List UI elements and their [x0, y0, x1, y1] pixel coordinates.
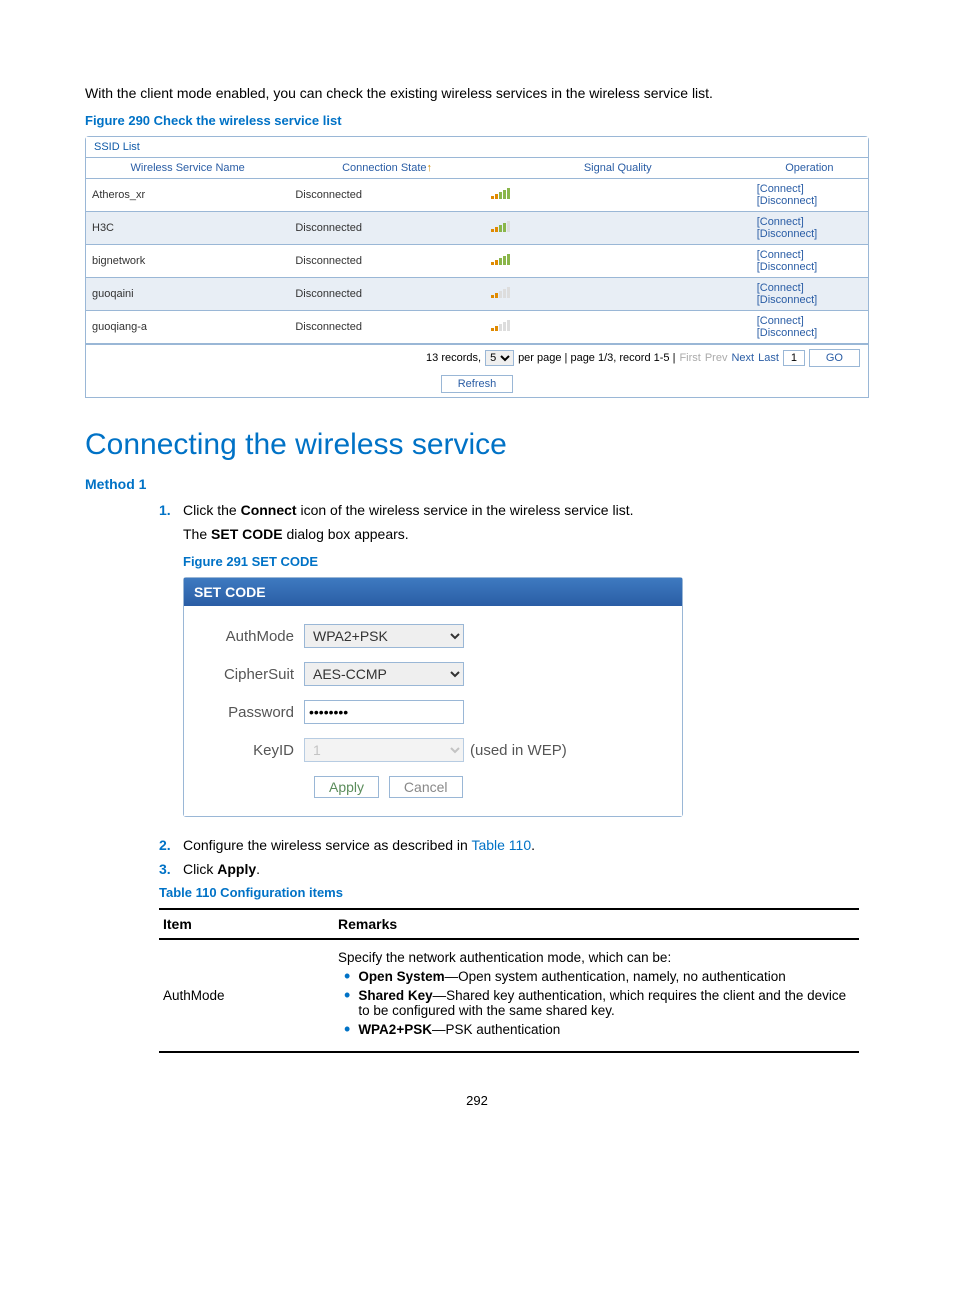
cell-state: Disconnected [289, 179, 485, 212]
signal-icon [491, 254, 511, 268]
cell-state: Disconnected [289, 245, 485, 278]
keyid-note: (used in WEP) [470, 742, 567, 759]
config-table: Item Remarks AuthMode Specify the networ… [159, 908, 859, 1053]
connect-link[interactable]: [Connect] [757, 315, 804, 327]
cell-signal [485, 245, 751, 278]
col-connection-state[interactable]: Connection State↑ [289, 158, 485, 179]
cell-state: Disconnected [289, 212, 485, 245]
cell-name: bignetwork [86, 245, 289, 278]
disconnect-link[interactable]: [Disconnect] [757, 294, 818, 306]
ssid-table: Wireless Service Name Connection State↑ … [86, 158, 868, 344]
connect-link[interactable]: [Connect] [757, 216, 804, 228]
col-signal-quality[interactable]: Signal Quality [485, 158, 751, 179]
apply-button[interactable]: Apply [314, 776, 379, 798]
pager-next[interactable]: Next [731, 352, 754, 364]
ciphersuit-select[interactable]: AES-CCMP [304, 662, 464, 686]
disconnect-link[interactable]: [Disconnect] [757, 327, 818, 339]
disconnect-link[interactable]: [Disconnect] [757, 261, 818, 273]
ssid-list-panel: SSID List Wireless Service Name Connecti… [85, 136, 869, 398]
step-3-body: Click Apply. [183, 861, 869, 877]
method-1-heading: Method 1 [85, 476, 869, 492]
connect-link[interactable]: [Connect] [757, 282, 804, 294]
table-row: guoqainiDisconnected [Connect][Disconnect… [86, 278, 868, 311]
cell-name: Atheros_xr [86, 179, 289, 212]
col-operation: Operation [751, 158, 868, 179]
cell-name: H3C [86, 212, 289, 245]
intro-paragraph: With the client mode enabled, you can ch… [85, 85, 869, 101]
table-row: guoqiang-aDisconnected [Connect][Disconne… [86, 311, 868, 344]
password-label: Password [204, 704, 304, 721]
figure-291-caption: Figure 291 SET CODE [183, 554, 869, 569]
signal-icon [491, 188, 511, 202]
connect-link[interactable]: [Connect] [757, 249, 804, 261]
cell-state: Disconnected [289, 278, 485, 311]
step-2-number: 2. [159, 837, 183, 853]
per-page-select[interactable]: 5 [485, 350, 514, 366]
step-2-body: Configure the wireless service as descri… [183, 837, 869, 853]
table-row: H3CDisconnected [Connect][Disconnect] [86, 212, 868, 245]
keyid-label: KeyID [204, 742, 304, 759]
config-th-remarks: Remarks [334, 909, 859, 939]
disconnect-link[interactable]: [Disconnect] [757, 228, 818, 240]
step-3-number: 3. [159, 861, 183, 877]
set-code-dialog: SET CODE AuthMode WPA2+PSK CipherSuit AE… [183, 577, 683, 817]
table-110-link[interactable]: Table 110 [471, 837, 531, 853]
config-remarks: Specify the network authentication mode,… [334, 939, 859, 1052]
cell-state: Disconnected [289, 311, 485, 344]
figure-290-caption: Figure 290 Check the wireless service li… [85, 113, 869, 128]
per-page-label: per page | page 1/3, record 1-5 | [518, 352, 675, 364]
signal-icon [491, 320, 511, 334]
cell-signal [485, 179, 751, 212]
cancel-button[interactable]: Cancel [389, 776, 463, 798]
pager-prev[interactable]: Prev [705, 352, 728, 364]
table-row: Atheros_xrDisconnected [Connect][Disconne… [86, 179, 868, 212]
section-heading: Connecting the wireless service [85, 428, 869, 462]
signal-icon [491, 221, 511, 235]
set-code-title: SET CODE [184, 578, 682, 606]
cell-name: guoqaini [86, 278, 289, 311]
ciphersuit-label: CipherSuit [204, 666, 304, 683]
pager-last[interactable]: Last [758, 352, 779, 364]
connect-link[interactable]: [Connect] [757, 183, 804, 195]
pager: 13 records, 5 per page | page 1/3, recor… [86, 344, 868, 371]
step-1-body: Click the Connect icon of the wireless s… [183, 502, 869, 817]
ssid-panel-title: SSID List [86, 137, 868, 158]
cell-signal [485, 311, 751, 344]
refresh-button[interactable]: Refresh [441, 375, 514, 393]
go-button[interactable]: GO [809, 349, 860, 367]
cell-signal [485, 278, 751, 311]
signal-icon [491, 287, 511, 301]
authmode-select[interactable]: WPA2+PSK [304, 624, 464, 648]
page-number: 292 [85, 1093, 869, 1108]
table-row: bignetworkDisconnected [Connect][Disconne… [86, 245, 868, 278]
table-110-caption: Table 110 Configuration items [159, 885, 869, 900]
step-1-number: 1. [159, 502, 183, 817]
disconnect-link[interactable]: [Disconnect] [757, 195, 818, 207]
records-label: 13 records, [426, 352, 481, 364]
password-input[interactable] [304, 700, 464, 724]
col-wireless-name[interactable]: Wireless Service Name [86, 158, 289, 179]
authmode-label: AuthMode [204, 628, 304, 645]
pager-first[interactable]: First [679, 352, 700, 364]
cell-signal [485, 212, 751, 245]
config-th-item: Item [159, 909, 334, 939]
page-input[interactable] [783, 350, 805, 366]
keyid-select: 1 [304, 738, 464, 762]
config-item-authmode: AuthMode [159, 939, 334, 1052]
cell-name: guoqiang-a [86, 311, 289, 344]
